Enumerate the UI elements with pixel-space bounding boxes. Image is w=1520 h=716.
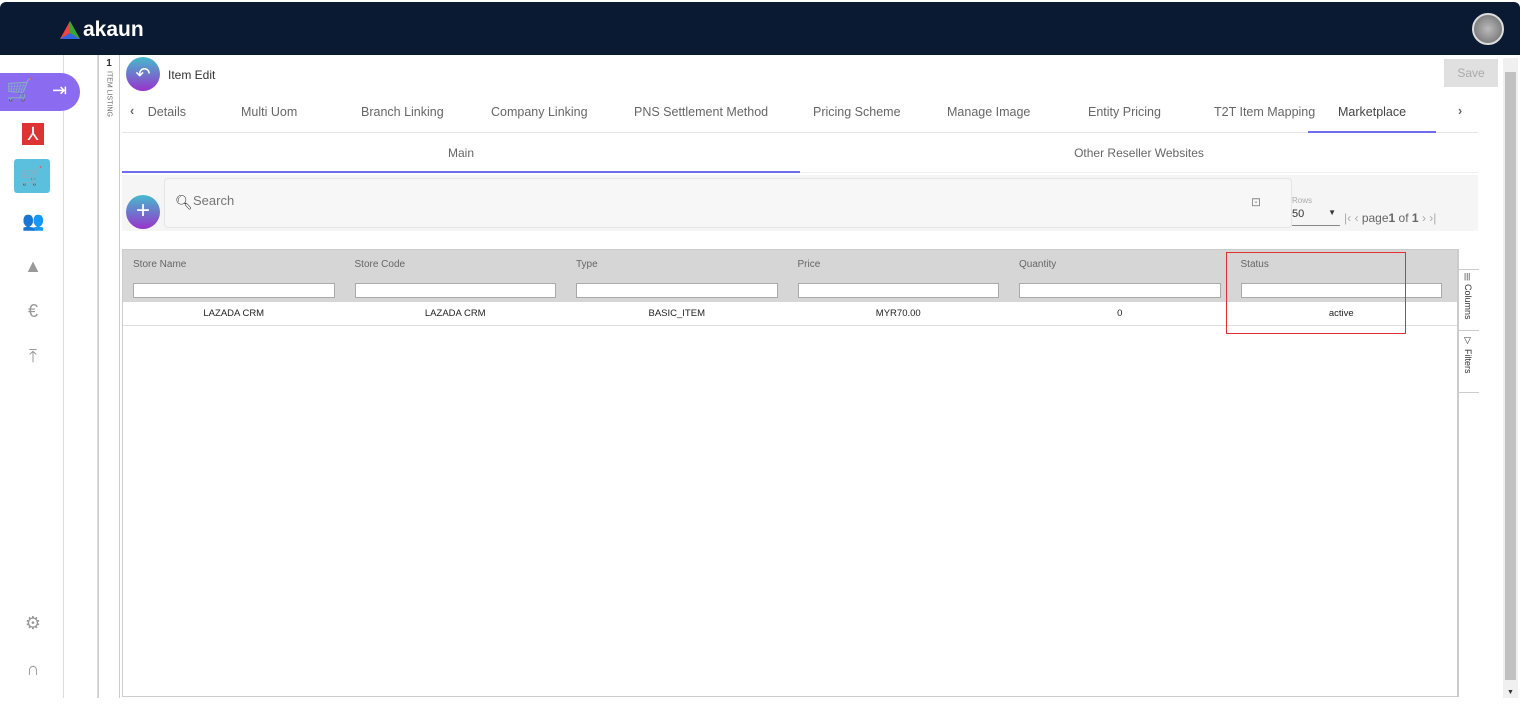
page-number: 1 bbox=[1388, 211, 1396, 225]
next-page-icon[interactable]: › bbox=[1422, 211, 1426, 225]
first-page-icon[interactable]: |‹ bbox=[1344, 211, 1351, 225]
prev-page-icon[interactable]: ‹ bbox=[1354, 211, 1358, 225]
filter-icon: ▽ bbox=[1464, 335, 1471, 345]
filter-store-name[interactable] bbox=[133, 282, 335, 298]
users-icon[interactable]: 👥 bbox=[22, 210, 44, 232]
filters-panel-button[interactable]: ▽ Filters bbox=[1459, 331, 1479, 393]
avatar[interactable] bbox=[1472, 13, 1504, 45]
tab-manage-image[interactable]: Manage Image bbox=[947, 105, 1030, 119]
status-highlight-box bbox=[1226, 252, 1406, 334]
cell-quantity: 0 bbox=[1117, 308, 1123, 319]
cell-store-code: LAZADA CRM bbox=[424, 308, 486, 319]
item-listing-strip[interactable]: 1 ITEM LISTING bbox=[98, 55, 120, 698]
add-button[interactable]: + bbox=[126, 195, 160, 229]
tab-multi-uom[interactable]: Multi Uom bbox=[241, 105, 297, 119]
data-grid: Store Name Store Code Type Price Quantit… bbox=[122, 249, 1458, 697]
rows-label: Rows bbox=[1292, 196, 1313, 205]
filter-quantity[interactable] bbox=[1019, 282, 1221, 298]
col-store-name[interactable]: Store Name bbox=[123, 250, 345, 278]
toolbar: + 🔍︎ ⊡ Rows 50▼ |‹ ‹ page1 of 1 › ›| bbox=[122, 175, 1478, 231]
columns-label: Columns bbox=[1463, 284, 1473, 320]
back-button[interactable]: ↶ bbox=[126, 57, 160, 91]
filter-type[interactable] bbox=[576, 282, 778, 298]
columns-icon: ||| bbox=[1464, 272, 1471, 281]
tab-entity-pricing[interactable]: Entity Pricing bbox=[1088, 105, 1161, 119]
col-type[interactable]: Type bbox=[566, 250, 788, 278]
tabs-prev-icon[interactable]: ‹ bbox=[130, 104, 134, 118]
tab-company-linking[interactable]: Company Linking bbox=[491, 105, 588, 119]
logo[interactable]: akaun bbox=[60, 18, 144, 42]
scroll-thumb[interactable] bbox=[1505, 72, 1516, 680]
subtab-main[interactable]: Main bbox=[122, 133, 800, 173]
search-box[interactable]: 🔍︎ ⊡ bbox=[164, 178, 1292, 228]
top-bar: akaun bbox=[0, 2, 1520, 55]
listing-count: 1 bbox=[106, 58, 112, 69]
filter-store-code[interactable] bbox=[354, 282, 556, 298]
tab-marketplace[interactable]: Marketplace bbox=[1308, 105, 1437, 133]
search-icon: 🔍︎ bbox=[175, 194, 193, 210]
tool-panel: Columns ||| ▽ Filters bbox=[1458, 249, 1479, 697]
tabs-next-icon[interactable]: › bbox=[1458, 104, 1462, 118]
tab-bar: ‹ Details Multi Uom Branch Linking Compa… bbox=[122, 95, 1478, 133]
upload-icon[interactable]: ⤒ bbox=[22, 345, 44, 367]
sidebar: 🛒 ⇥ ⅄ 🛒 👥 ▲ € ⤒ ⚙ ∩ bbox=[0, 55, 80, 698]
tab-pricing-scheme[interactable]: Pricing Scheme bbox=[813, 105, 901, 119]
subtab-other-reseller[interactable]: Other Reseller Websites bbox=[800, 133, 1478, 173]
cell-price: MYR70.00 bbox=[875, 308, 921, 319]
listing-label: ITEM LISTING bbox=[105, 71, 113, 117]
page-title: Item Edit bbox=[168, 68, 216, 82]
filter-price[interactable] bbox=[797, 282, 999, 298]
tab-branch-linking[interactable]: Branch Linking bbox=[361, 105, 444, 119]
chevron-down-icon: ▼ bbox=[1328, 208, 1336, 217]
search-input[interactable] bbox=[193, 193, 1093, 208]
logo-icon bbox=[60, 21, 80, 39]
main-panel: ↶ Item Edit Save ‹ Details Multi Uom Bra… bbox=[122, 55, 1498, 698]
headset-icon[interactable]: ∩ bbox=[22, 658, 44, 680]
columns-panel-button[interactable]: Columns ||| bbox=[1459, 269, 1479, 331]
cart-icon[interactable]: 🛒 bbox=[14, 159, 50, 193]
save-button[interactable]: Save bbox=[1444, 59, 1498, 87]
page-total: 1 bbox=[1411, 211, 1419, 225]
page-label: page bbox=[1361, 211, 1389, 225]
shapes-icon[interactable]: ▲ bbox=[22, 255, 44, 277]
col-quantity[interactable]: Quantity bbox=[1009, 250, 1231, 278]
cell-type: BASIC_ITEM bbox=[648, 308, 706, 319]
col-store-code[interactable]: Store Code bbox=[345, 250, 567, 278]
rows-select[interactable]: 50 ▼ bbox=[1292, 208, 1340, 226]
brand-name: akaun bbox=[83, 18, 144, 41]
scroll-down-icon[interactable]: ▼ bbox=[1507, 689, 1514, 696]
filters-label: Filters bbox=[1463, 349, 1473, 374]
col-price[interactable]: Price bbox=[788, 250, 1010, 278]
tab-details[interactable]: Details bbox=[146, 105, 186, 119]
gear-icon[interactable]: ⚙ bbox=[22, 612, 44, 634]
tab-t2t-mapping[interactable]: T2T Item Mapping bbox=[1214, 105, 1315, 119]
euro-icon[interactable]: € bbox=[22, 300, 44, 322]
cell-store-name: LAZADA CRM bbox=[203, 308, 265, 319]
page-scrollbar[interactable]: ▼ bbox=[1503, 58, 1518, 698]
cart-app-icon: 🛒 bbox=[6, 77, 34, 102]
rows-value: 50 bbox=[1292, 208, 1305, 220]
export-icon[interactable]: ⊡ bbox=[1251, 195, 1261, 209]
last-page-icon[interactable]: ›| bbox=[1429, 211, 1436, 225]
tab-pns-settlement[interactable]: PNS Settlement Method bbox=[634, 105, 768, 119]
pager: |‹ ‹ page1 of 1 › ›| bbox=[1344, 211, 1436, 225]
pdf-icon[interactable]: ⅄ bbox=[22, 123, 44, 145]
sub-tab-bar: Main Other Reseller Websites bbox=[122, 133, 1478, 173]
divider bbox=[64, 55, 98, 698]
of-label: of bbox=[1398, 211, 1409, 225]
